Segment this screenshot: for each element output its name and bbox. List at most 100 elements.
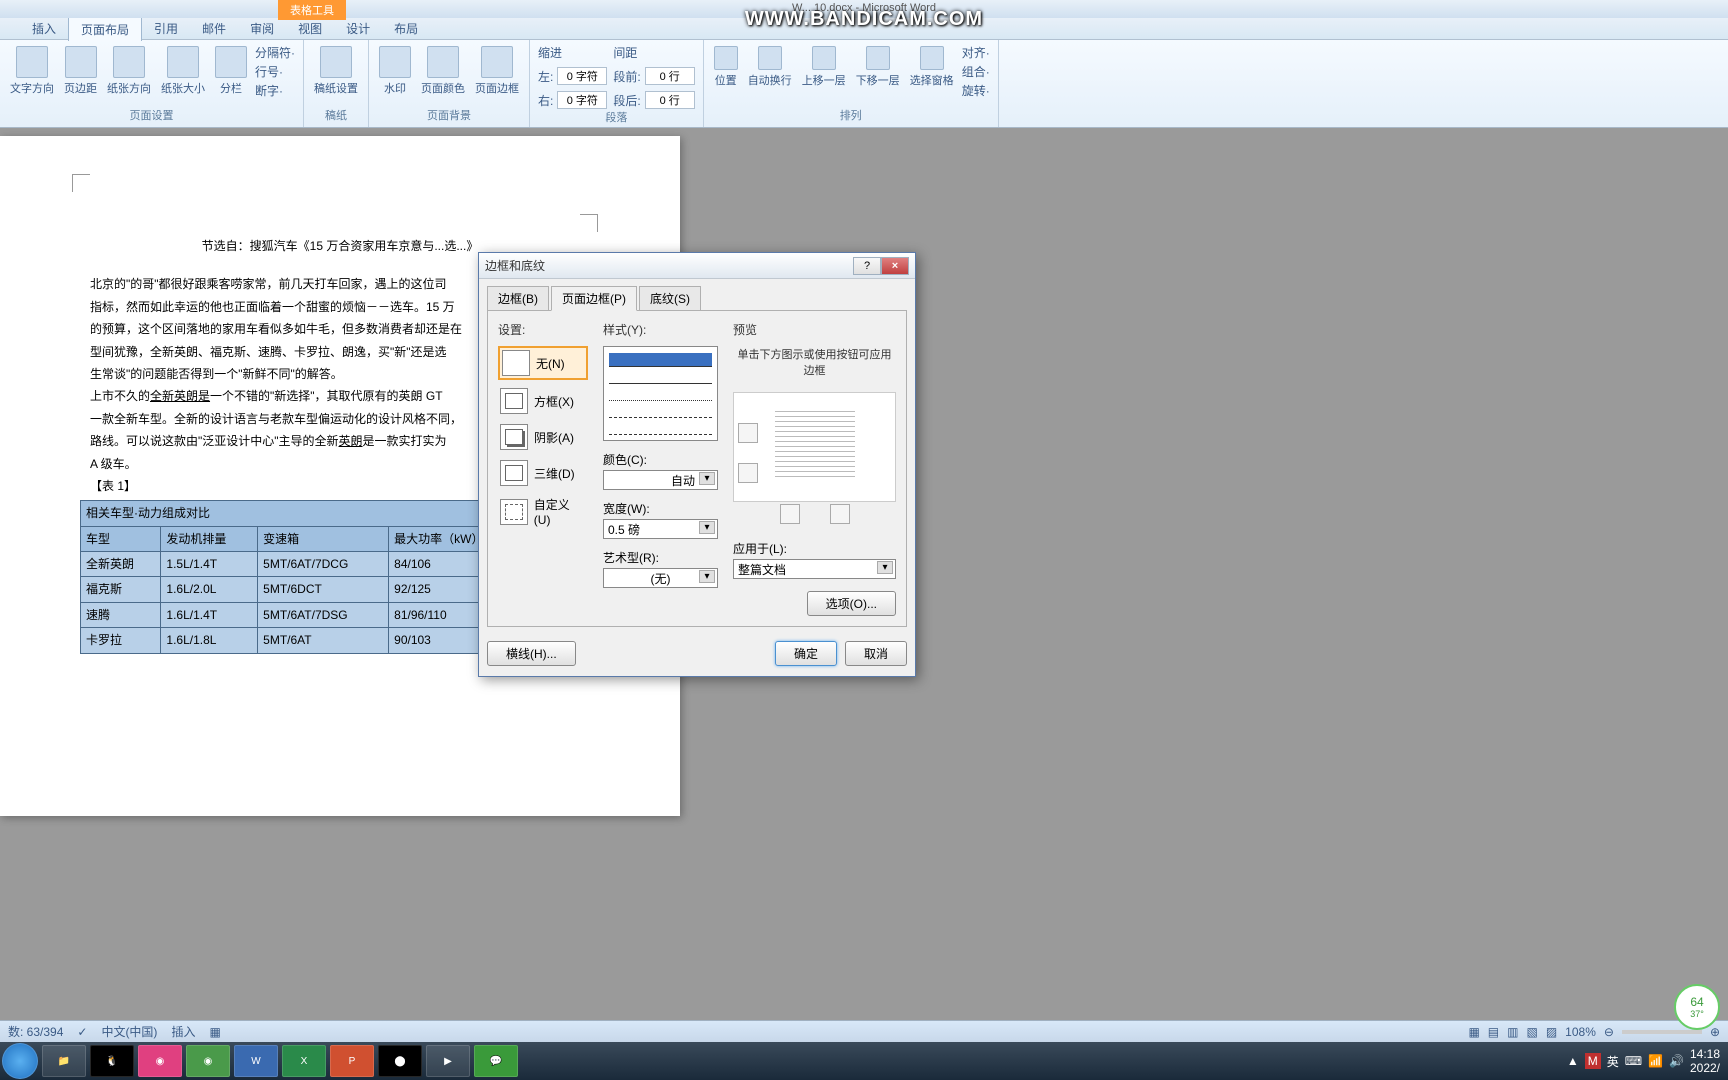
btn-breaks[interactable]: 分隔符· [255,44,295,61]
tray-ime-icon[interactable]: 英 [1607,1053,1619,1070]
bandicam-watermark: WWW.BANDICAM.COM [745,8,983,31]
btn-wrap[interactable]: 自动换行 [746,44,794,90]
style-item[interactable] [609,353,712,367]
tray-keyboard-icon[interactable]: ⌨ [1625,1054,1642,1068]
view-print[interactable]: ▦ [1468,1025,1479,1039]
spacing-after[interactable] [645,91,695,109]
style-item[interactable] [609,438,712,441]
tab-borders[interactable]: 边框(B) [487,286,549,311]
btn-bring-forward[interactable]: 上移一层 [800,44,848,90]
btn-watermark[interactable]: 水印 [377,44,413,98]
options-button[interactable]: 选项(O)... [807,591,896,616]
perf-gauge[interactable]: 64 37° [1674,984,1720,1030]
task-player[interactable]: ▶ [426,1045,470,1077]
btn-margins[interactable]: 页边距 [62,44,99,98]
dialog-titlebar[interactable]: 边框和底纹 ? × [479,253,915,279]
style-item[interactable] [609,387,712,401]
style-item[interactable] [609,404,712,418]
ok-button[interactable]: 确定 [775,641,837,666]
style-item[interactable] [609,421,712,435]
btn-rotate[interactable]: 旋转· [962,82,990,99]
word-count[interactable]: 数: 63/394 [8,1023,63,1040]
btn-hyphenation[interactable]: 断字· [255,82,295,99]
apply-combo[interactable]: 整篇文档 [733,559,896,579]
task-app1[interactable]: ◉ [138,1045,182,1077]
task-qq[interactable]: 🐧 [90,1045,134,1077]
start-button[interactable] [2,1043,38,1079]
group-paragraph: 缩进 左: 右: 间距 段前: 段后: 段落 [530,40,704,127]
preview-border-top[interactable] [738,423,758,443]
proofing-icon[interactable]: ✓ [77,1025,87,1039]
macro-icon[interactable]: ▦ [209,1025,220,1039]
indent-left[interactable] [557,67,607,85]
cancel-button[interactable]: 取消 [845,641,907,666]
spacing-before[interactable] [645,67,695,85]
setting-shadow[interactable]: 阴影(A) [498,422,588,452]
btn-manuscript[interactable]: 稿纸设置 [312,44,360,98]
preview-border-bottom[interactable] [738,463,758,483]
setting-3d[interactable]: 三维(D) [498,458,588,488]
borders-shading-dialog: 边框和底纹 ? × 边框(B) 页面边框(P) 底纹(S) 设置: 无(N) 方… [478,252,916,677]
setting-none[interactable]: 无(N) [498,346,588,380]
zoom-out[interactable]: ⊖ [1604,1025,1614,1039]
tray-m-icon[interactable]: M [1585,1053,1601,1069]
btn-line-numbers[interactable]: 行号· [255,63,295,80]
close-button[interactable]: × [881,257,909,275]
btn-orientation[interactable]: 纸张方向 [105,44,153,98]
view-reading[interactable]: ▤ [1488,1025,1499,1039]
help-button[interactable]: ? [853,257,881,275]
btn-send-backward[interactable]: 下移一层 [854,44,902,90]
tab-page-border[interactable]: 页面边框(P) [551,286,637,311]
view-draft[interactable]: ▨ [1546,1025,1557,1039]
hline-button[interactable]: 横线(H)... [487,641,576,666]
color-combo[interactable]: 自动 [603,470,718,490]
language[interactable]: 中文(中国) [101,1023,157,1040]
insert-mode[interactable]: 插入 [171,1023,195,1040]
task-record[interactable]: ⬤ [378,1045,422,1077]
task-ppt[interactable]: P [330,1045,374,1077]
btn-selection-pane[interactable]: 选择窗格 [908,44,956,90]
task-app2[interactable]: ◉ [186,1045,230,1077]
task-excel[interactable]: X [282,1045,326,1077]
taskbar: 📁 🐧 ◉ ◉ W X P ⬤ ▶ 💬 ▲ M 英 ⌨ 📶 🔊 14:18 20… [0,1042,1728,1080]
width-combo[interactable]: 0.5 磅 [603,519,718,539]
tab-design[interactable]: 设计 [334,17,382,40]
indent-right[interactable] [557,91,607,109]
zoom-in[interactable]: ⊕ [1710,1025,1720,1039]
zoom-level[interactable]: 108% [1565,1025,1596,1039]
tab-insert[interactable]: 插入 [20,17,68,40]
btn-page-borders[interactable]: 页面边框 [473,44,521,98]
setting-box[interactable]: 方框(X) [498,386,588,416]
btn-align[interactable]: 对齐· [962,44,990,61]
preview-border-left[interactable] [780,504,800,524]
view-web[interactable]: ▥ [1507,1025,1518,1039]
tray-time[interactable]: 14:18 [1690,1047,1720,1061]
tab-mail[interactable]: 邮件 [190,17,238,40]
tray-volume-icon[interactable]: 🔊 [1669,1054,1684,1068]
style-listbox[interactable] [603,346,718,441]
tray-date[interactable]: 2022/ [1690,1061,1720,1075]
task-word[interactable]: W [234,1045,278,1077]
btn-position[interactable]: 位置 [712,44,740,90]
tab-page-layout[interactable]: 页面布局 [68,17,142,41]
task-wechat[interactable]: 💬 [474,1045,518,1077]
tab-review[interactable]: 审阅 [238,17,286,40]
btn-text-direction[interactable]: 文字方向 [8,44,56,98]
btn-group[interactable]: 组合· [962,63,990,80]
preview-border-right[interactable] [830,504,850,524]
btn-size[interactable]: 纸张大小 [159,44,207,98]
tab-view[interactable]: 视图 [286,17,334,40]
view-outline[interactable]: ▧ [1526,1025,1537,1039]
tray-network-icon[interactable]: 📶 [1648,1054,1663,1068]
style-item[interactable] [609,370,712,384]
tab-shading[interactable]: 底纹(S) [639,286,701,311]
btn-page-color[interactable]: 页面颜色 [419,44,467,98]
btn-columns[interactable]: 分栏 [213,44,249,98]
tab-references[interactable]: 引用 [142,17,190,40]
setting-custom[interactable]: 自定义(U) [498,494,588,529]
tab-layout[interactable]: 布局 [382,17,430,40]
task-explorer[interactable]: 📁 [42,1045,86,1077]
art-combo[interactable]: (无) [603,568,718,588]
zoom-slider[interactable] [1622,1030,1702,1034]
tray-icon[interactable]: ▲ [1567,1054,1579,1068]
